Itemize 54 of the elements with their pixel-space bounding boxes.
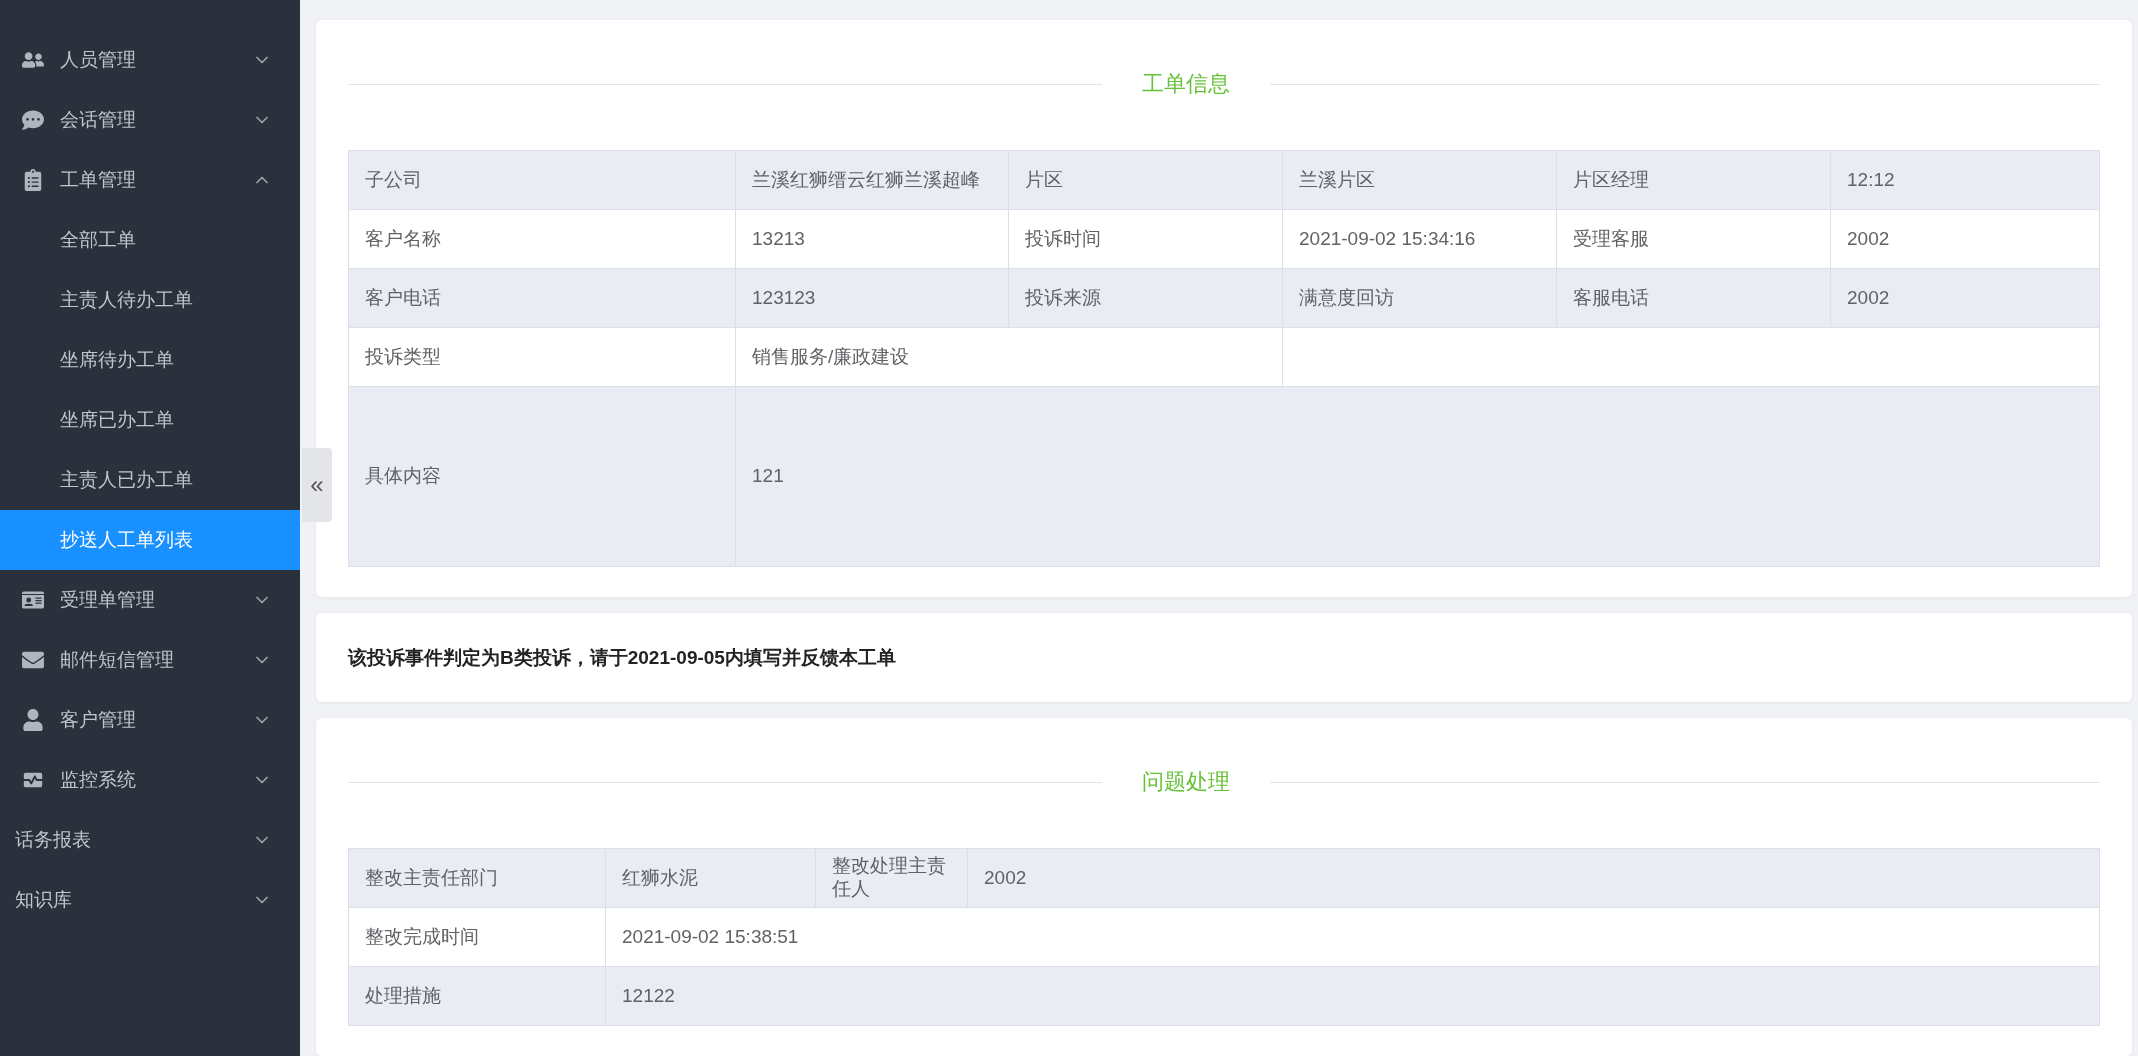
table-cell: 投诉类型 bbox=[349, 328, 736, 387]
table-cell: 兰溪片区 bbox=[1283, 151, 1557, 210]
sidebar-item[interactable]: 受理单管理 bbox=[0, 570, 300, 630]
sidebar-item[interactable]: 人员管理 bbox=[0, 30, 300, 90]
table-cell: 片区 bbox=[1009, 151, 1283, 210]
table-cell: 投诉时间 bbox=[1009, 210, 1283, 269]
sidebar-item[interactable]: 工单管理 bbox=[0, 150, 300, 210]
menu-icon bbox=[22, 589, 44, 611]
menu-icon bbox=[22, 709, 44, 731]
table-cell: 满意度回访 bbox=[1283, 269, 1557, 328]
table-cell: 红狮水泥 bbox=[606, 849, 816, 908]
sidebar-item[interactable]: 邮件短信管理 bbox=[0, 630, 300, 690]
sidebar-subitem[interactable]: 主责人已办工单 bbox=[0, 450, 300, 510]
table-cell: 12:12 bbox=[1831, 151, 2100, 210]
table-cell: 2002 bbox=[1831, 210, 2100, 269]
notice-text: 该投诉事件判定为B类投诉，请于2021-09-05内填写并反馈本工单 bbox=[348, 645, 896, 670]
table-cell: 客户名称 bbox=[349, 210, 736, 269]
section-title: 工单信息 bbox=[1142, 70, 1231, 98]
table-cell: 123123 bbox=[736, 269, 1009, 328]
sidebar-subitem[interactable]: 主责人待办工单 bbox=[0, 270, 300, 330]
table-cell: 2021-09-02 15:34:16 bbox=[1283, 210, 1557, 269]
sidebar-item[interactable]: 监控系统 bbox=[0, 750, 300, 810]
sidebar-subitem[interactable]: 坐席待办工单 bbox=[0, 330, 300, 390]
sidebar-item[interactable]: 会话管理 bbox=[0, 90, 300, 150]
table-cell: 处理措施 bbox=[349, 967, 606, 1026]
table-cell: 整改完成时间 bbox=[349, 908, 606, 967]
collapse-button[interactable]: « bbox=[302, 448, 332, 522]
sidebar-item[interactable]: 话务报表 bbox=[0, 810, 300, 870]
table-cell: 121 bbox=[736, 387, 2100, 567]
table-cell: 12122 bbox=[606, 967, 2100, 1026]
table-cell: 具体内容 bbox=[349, 387, 736, 567]
table-cell: 客服电话 bbox=[1557, 269, 1831, 328]
menu-icon bbox=[22, 169, 44, 191]
table-cell: 整改主责任部门 bbox=[349, 849, 606, 908]
table-cell: 2002 bbox=[1831, 269, 2100, 328]
table-cell: 2021-09-02 15:38:51 bbox=[606, 908, 2100, 967]
table-cell: 销售服务/廉政建设 bbox=[736, 328, 1283, 387]
sidebar-item[interactable]: 客户管理 bbox=[0, 690, 300, 750]
table-cell: 整改处理主责任人 bbox=[816, 849, 968, 908]
menu-icon bbox=[22, 109, 44, 131]
table-cell: 2002 bbox=[968, 849, 2100, 908]
sidebar-subitem[interactable]: 坐席已办工单 bbox=[0, 390, 300, 450]
table-cell: 片区经理 bbox=[1557, 151, 1831, 210]
menu-icon bbox=[22, 649, 44, 671]
table-cell: 兰溪红狮缙云红狮兰溪超峰 bbox=[736, 151, 1009, 210]
table-cell: 客户电话 bbox=[349, 269, 736, 328]
table-cell: 子公司 bbox=[349, 151, 736, 210]
sidebar-item[interactable]: 知识库 bbox=[0, 870, 300, 930]
menu-icon bbox=[22, 49, 44, 71]
section-title: 问题处理 bbox=[1142, 768, 1231, 796]
sidebar-subitem[interactable]: 全部工单 bbox=[0, 210, 300, 270]
table-cell: 投诉来源 bbox=[1009, 269, 1283, 328]
table-cell: 13213 bbox=[736, 210, 1009, 269]
table-cell: 受理客服 bbox=[1557, 210, 1831, 269]
